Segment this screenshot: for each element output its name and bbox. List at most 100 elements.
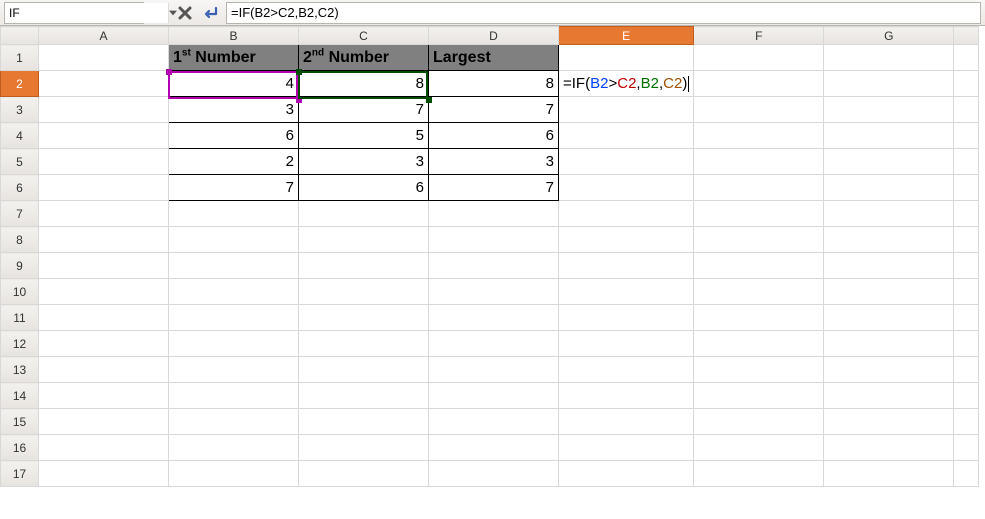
accept-button[interactable]	[200, 2, 222, 24]
cell-H8[interactable]	[954, 227, 979, 253]
cell-E7[interactable]	[559, 201, 694, 227]
cell-E11[interactable]	[559, 305, 694, 331]
cell-B1[interactable]: 1st Number	[169, 45, 299, 71]
cell-C7[interactable]	[299, 201, 429, 227]
cell-D5[interactable]: 3	[429, 149, 559, 175]
cell-E14[interactable]	[559, 383, 694, 409]
name-box-input[interactable]	[5, 3, 168, 23]
cell-E1[interactable]	[559, 45, 694, 71]
cell-H5[interactable]	[954, 149, 979, 175]
cell-E6[interactable]	[559, 175, 694, 201]
cell-D16[interactable]	[429, 435, 559, 461]
row-header-9[interactable]: 9	[1, 253, 39, 279]
cell-H9[interactable]	[954, 253, 979, 279]
cell-H2[interactable]	[954, 71, 979, 97]
cell-A13[interactable]	[39, 357, 169, 383]
cell-A14[interactable]	[39, 383, 169, 409]
cell-B15[interactable]	[169, 409, 299, 435]
name-box[interactable]	[4, 2, 144, 24]
cell-H17[interactable]	[954, 461, 979, 487]
cell-A5[interactable]	[39, 149, 169, 175]
row-header-2[interactable]: 2	[1, 71, 39, 97]
row-header-14[interactable]: 14	[1, 383, 39, 409]
cell-E3[interactable]	[559, 97, 694, 123]
col-header-B[interactable]: B	[169, 27, 299, 45]
cell-C1[interactable]: 2nd Number	[299, 45, 429, 71]
cell-A11[interactable]	[39, 305, 169, 331]
row-header-15[interactable]: 15	[1, 409, 39, 435]
cell-B11[interactable]	[169, 305, 299, 331]
cell-B8[interactable]	[169, 227, 299, 253]
cell-H16[interactable]	[954, 435, 979, 461]
cell-C4[interactable]: 5	[299, 123, 429, 149]
cell-B5[interactable]: 2	[169, 149, 299, 175]
cell-F10[interactable]	[694, 279, 824, 305]
cell-G7[interactable]	[824, 201, 954, 227]
formula-input[interactable]: =IF(B2>C2,B2,C2)	[226, 2, 981, 24]
cell-E8[interactable]	[559, 227, 694, 253]
col-header-E[interactable]: E	[559, 27, 694, 45]
cell-D4[interactable]: 6	[429, 123, 559, 149]
cell-C8[interactable]	[299, 227, 429, 253]
cell-F7[interactable]	[694, 201, 824, 227]
cell-D7[interactable]	[429, 201, 559, 227]
cell-A12[interactable]	[39, 331, 169, 357]
cell-G11[interactable]	[824, 305, 954, 331]
cell-A7[interactable]	[39, 201, 169, 227]
cell-B6[interactable]: 7	[169, 175, 299, 201]
col-header-D[interactable]: D	[429, 27, 559, 45]
cell-E12[interactable]	[559, 331, 694, 357]
cell-C12[interactable]	[299, 331, 429, 357]
cell-F12[interactable]	[694, 331, 824, 357]
ref-handle-b2-br[interactable]	[296, 97, 302, 103]
cell-E4[interactable]	[559, 123, 694, 149]
cell-E15[interactable]	[559, 409, 694, 435]
cell-F11[interactable]	[694, 305, 824, 331]
col-header-G[interactable]: G	[824, 27, 954, 45]
cell-G16[interactable]	[824, 435, 954, 461]
cell-G13[interactable]	[824, 357, 954, 383]
cell-H1[interactable]	[954, 45, 979, 71]
row-header-10[interactable]: 10	[1, 279, 39, 305]
cell-F14[interactable]	[694, 383, 824, 409]
cell-G8[interactable]	[824, 227, 954, 253]
cell-B12[interactable]	[169, 331, 299, 357]
cell-C5[interactable]: 3	[299, 149, 429, 175]
cell-E10[interactable]	[559, 279, 694, 305]
select-all-corner[interactable]	[1, 27, 39, 45]
cell-B16[interactable]	[169, 435, 299, 461]
cell-B9[interactable]	[169, 253, 299, 279]
cell-G6[interactable]	[824, 175, 954, 201]
cell-C10[interactable]	[299, 279, 429, 305]
cell-D3[interactable]: 7	[429, 97, 559, 123]
cell-H14[interactable]	[954, 383, 979, 409]
cell-D17[interactable]	[429, 461, 559, 487]
cell-G2[interactable]	[824, 71, 954, 97]
cell-F15[interactable]	[694, 409, 824, 435]
cell-G12[interactable]	[824, 331, 954, 357]
cell-B2[interactable]: 4	[169, 71, 299, 97]
cell-F3[interactable]	[694, 97, 824, 123]
cell-H7[interactable]	[954, 201, 979, 227]
cell-F2[interactable]	[694, 71, 824, 97]
cell-H12[interactable]	[954, 331, 979, 357]
cell-B13[interactable]	[169, 357, 299, 383]
cell-G15[interactable]	[824, 409, 954, 435]
cell-D15[interactable]	[429, 409, 559, 435]
cell-A15[interactable]	[39, 409, 169, 435]
cell-A6[interactable]	[39, 175, 169, 201]
cell-H13[interactable]	[954, 357, 979, 383]
cell-H11[interactable]	[954, 305, 979, 331]
cell-G3[interactable]	[824, 97, 954, 123]
cell-E5[interactable]	[559, 149, 694, 175]
cell-C16[interactable]	[299, 435, 429, 461]
cell-D8[interactable]	[429, 227, 559, 253]
cell-A3[interactable]	[39, 97, 169, 123]
row-header-4[interactable]: 4	[1, 123, 39, 149]
row-header-12[interactable]: 12	[1, 331, 39, 357]
col-header-H[interactable]	[954, 27, 979, 45]
cancel-button[interactable]	[174, 2, 196, 24]
cell-C17[interactable]	[299, 461, 429, 487]
cell-A4[interactable]	[39, 123, 169, 149]
cell-A17[interactable]	[39, 461, 169, 487]
